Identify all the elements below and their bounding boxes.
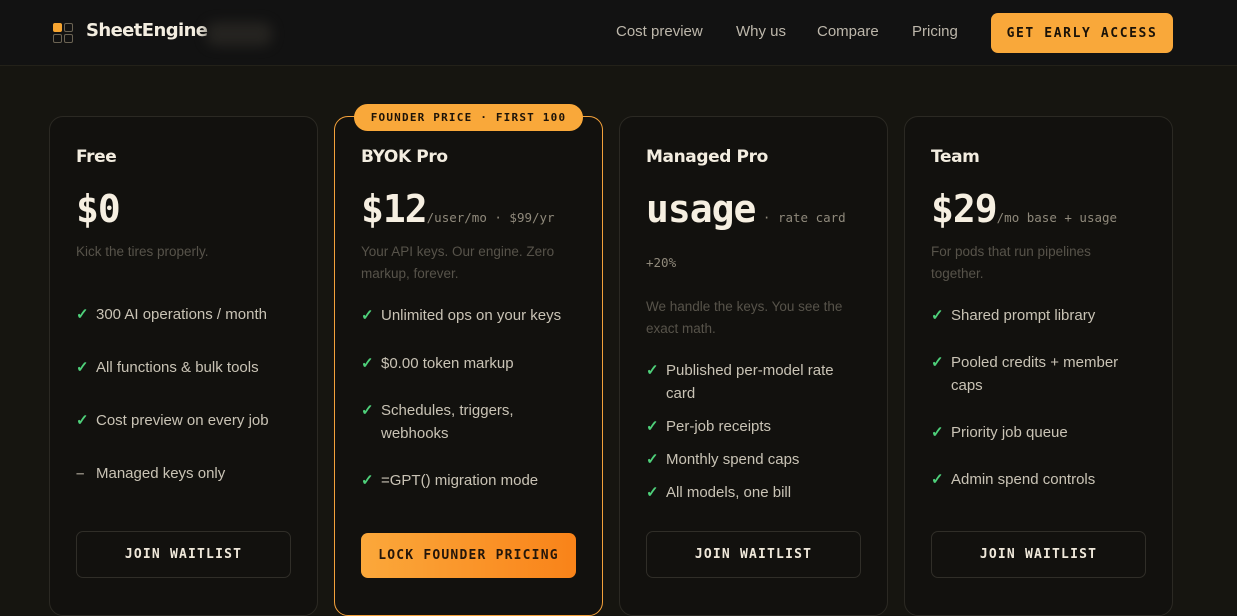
feature-item: ✓ All functions & bulk tools	[76, 356, 296, 379]
feature-text: All models, one bill	[666, 484, 792, 501]
feature-text: Schedules, triggers, webhooks	[381, 402, 514, 442]
feature-text: All functions & bulk tools	[96, 359, 259, 376]
feature-item: ✓ 300 AI operations / month	[76, 303, 296, 326]
join-waitlist-button[interactable]: JOIN WAITLIST	[76, 531, 291, 578]
check-icon: ✓	[361, 355, 374, 372]
check-icon: ✓	[931, 307, 944, 324]
feature-text: Cost preview on every job	[96, 412, 269, 429]
check-icon: ✓	[76, 359, 89, 376]
price-line: $12/user/mo · $99/yr	[361, 187, 601, 240]
nav-link-pricing[interactable]: Pricing	[912, 23, 958, 40]
feature-item: ✓ Priority job queue	[931, 421, 1151, 444]
plan-card-managed-pro: Managed Pro usage · rate card +20% We ha…	[619, 116, 888, 616]
feature-item: ✓ Published per-model rate card	[646, 359, 846, 405]
plan-card-free: Free $0 Kick the tires properly. ✓ 300 A…	[49, 116, 318, 616]
plan-card-byok-pro: FOUNDER PRICE · FIRST 100 BYOK Pro $12/u…	[334, 104, 603, 616]
feature-text: Monthly spend caps	[666, 451, 800, 468]
plan-price: $29	[931, 187, 998, 231]
feature-text: Shared prompt library	[951, 307, 1096, 324]
plan-description: We handle the keys. You see the exact ma…	[646, 299, 843, 336]
check-icon: ✓	[646, 484, 659, 501]
check-icon: ✓	[931, 424, 944, 441]
nav-link-why-us[interactable]: Why us	[736, 23, 786, 40]
get-early-access-button[interactable]: GET EARLY ACCESS	[991, 13, 1173, 53]
feature-item: ✓ Monthly spend caps	[646, 448, 866, 471]
plan-description: For pods that run pipelines together.	[931, 244, 1091, 281]
blurred-nav-element	[206, 22, 272, 46]
plan-name: Managed Pro	[646, 147, 768, 167]
feature-text: Published per-model rate card	[666, 362, 834, 402]
check-icon: ✓	[646, 418, 659, 435]
price-suffix: /mo base + usage	[996, 210, 1118, 225]
plan-description: Kick the tires properly.	[76, 244, 209, 259]
feature-item: ✓ Per-job receipts	[646, 415, 866, 438]
feature-text: =GPT() migration mode	[381, 472, 539, 489]
sheetengine-logo-icon[interactable]	[52, 22, 74, 44]
founder-price-badge: FOUNDER PRICE · FIRST 100	[354, 104, 583, 131]
lock-founder-pricing-button[interactable]: LOCK FOUNDER PRICING	[361, 533, 576, 578]
plan-description: Your API keys. Our engine. Zero markup, …	[361, 244, 555, 281]
feature-item: ✓ Unlimited ops on your keys	[361, 304, 581, 327]
nav-link-compare[interactable]: Compare	[817, 23, 879, 40]
plan-price: $0	[76, 187, 121, 231]
feature-item: ✓ Admin spend controls	[931, 468, 1151, 491]
price-suffix: /user/mo · $99/yr	[426, 210, 555, 225]
feature-text: Per-job receipts	[666, 418, 772, 435]
feature-text: Unlimited ops on your keys	[381, 307, 562, 324]
check-icon: ✓	[931, 354, 944, 371]
price-line: $29/mo base + usage	[931, 187, 1171, 240]
feature-item: ✓ Shared prompt library	[931, 304, 1151, 327]
feature-item: ✓ Schedules, triggers, webhooks	[361, 399, 531, 445]
feature-item: ✓ Cost preview on every job	[76, 409, 296, 432]
check-icon: ✓	[931, 471, 944, 488]
feature-text: Pooled credits + member caps	[951, 354, 1119, 394]
check-icon: ✓	[76, 306, 89, 323]
feature-text: Admin spend controls	[951, 471, 1096, 488]
price-line: $0	[76, 187, 316, 239]
plan-price: $12	[361, 187, 428, 231]
feature-item: ✓ All models, one bill	[646, 481, 866, 504]
join-waitlist-button[interactable]: JOIN WAITLIST	[646, 531, 861, 578]
plan-price: usage	[646, 187, 756, 231]
check-icon: ✓	[646, 451, 659, 468]
brand-name[interactable]: SheetEngine	[86, 20, 208, 41]
dash-icon: –	[76, 465, 85, 482]
feature-item: ✓ Pooled credits + member caps	[931, 351, 1131, 397]
top-nav: SheetEngine Cost preview Why us Compare …	[0, 0, 1237, 66]
feature-text: $0.00 token markup	[381, 355, 514, 372]
check-icon: ✓	[646, 362, 659, 379]
feature-item: ✓ =GPT() migration mode	[361, 469, 581, 492]
plan-name: Team	[931, 147, 980, 167]
check-icon: ✓	[76, 412, 89, 429]
plan-name: BYOK Pro	[361, 147, 448, 167]
join-waitlist-button[interactable]: JOIN WAITLIST	[931, 531, 1146, 578]
price-line: usage · rate card +20%	[646, 187, 846, 285]
feature-item: ✓ $0.00 token markup	[361, 352, 581, 375]
feature-text: 300 AI operations / month	[96, 306, 267, 323]
check-icon: ✓	[361, 307, 374, 324]
plan-name: Free	[76, 147, 117, 167]
nav-link-cost-preview[interactable]: Cost preview	[616, 23, 703, 40]
feature-text: Priority job queue	[951, 424, 1068, 441]
feature-text: Managed keys only	[96, 465, 226, 482]
check-icon: ✓	[361, 402, 374, 419]
feature-item: – Managed keys only	[76, 462, 296, 485]
plan-card-team: Team $29/mo base + usage For pods that r…	[904, 116, 1173, 616]
check-icon: ✓	[361, 472, 374, 489]
